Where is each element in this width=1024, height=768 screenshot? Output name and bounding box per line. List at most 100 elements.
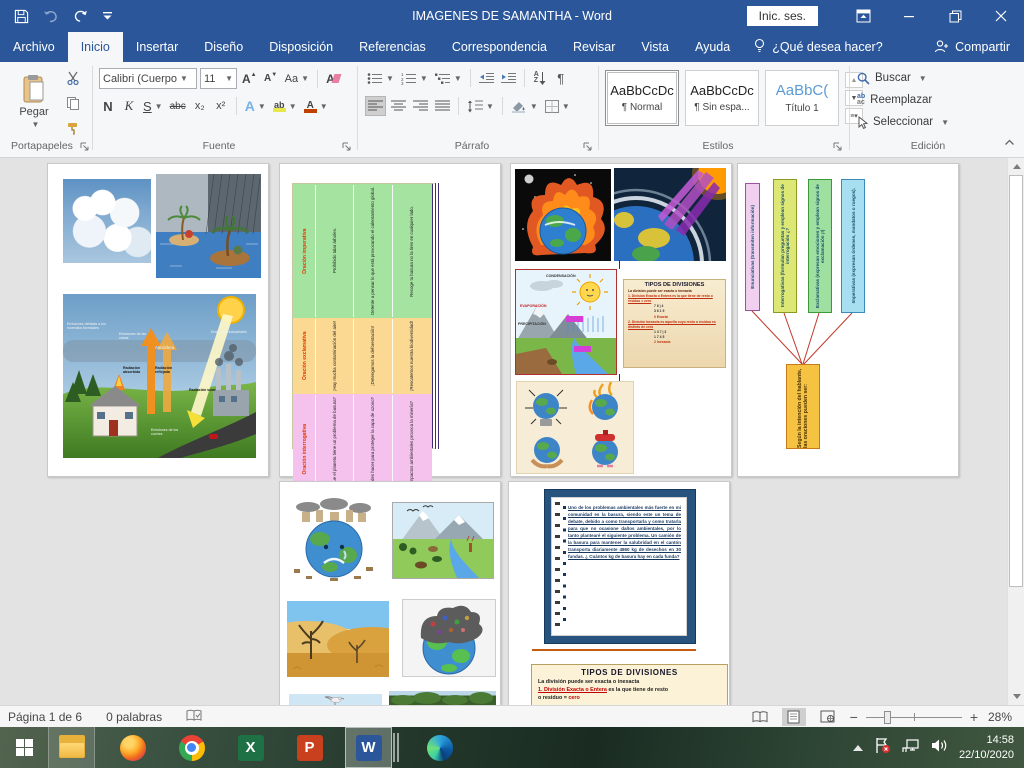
tab-revisar[interactable]: Revisar — [560, 32, 628, 62]
tab-diseno[interactable]: Diseño — [191, 32, 256, 62]
taskbar-clock[interactable]: 14:58 22/10/2020 — [959, 733, 1014, 763]
notification-flag-icon[interactable] — [874, 737, 891, 759]
zoom-out-button[interactable]: − — [850, 709, 858, 725]
taskbar-edge[interactable] — [416, 727, 463, 768]
tab-correspondencia[interactable]: Correspondencia — [439, 32, 560, 62]
underline-button[interactable]: S▼ — [141, 96, 165, 116]
clouds-photo — [63, 179, 151, 263]
font-name-combo[interactable]: Calibri (Cuerpo▼ — [99, 68, 197, 89]
collapse-ribbon-button[interactable] — [1004, 138, 1014, 148]
ribbon-display-options-button[interactable] — [840, 0, 886, 32]
increase-indent-button[interactable] — [499, 68, 518, 88]
align-center-button[interactable] — [389, 96, 408, 116]
tab-inicio[interactable]: Inicio — [68, 32, 123, 62]
find-button[interactable]: Buscar▼ — [857, 68, 927, 88]
format-painter-button[interactable] — [64, 118, 82, 138]
scrollbar-thumb[interactable] — [1009, 175, 1023, 587]
superscript-button[interactable]: x² — [212, 96, 230, 116]
tab-vista[interactable]: Vista — [628, 32, 682, 62]
close-button[interactable] — [978, 0, 1024, 32]
text-effects-button[interactable]: A▼ — [243, 96, 268, 116]
read-mode-button[interactable] — [748, 708, 772, 726]
minimize-button[interactable] — [886, 0, 932, 32]
print-layout-button[interactable] — [782, 708, 806, 726]
replace-button[interactable]: abac Reemplazar — [857, 90, 932, 110]
cut-button[interactable] — [64, 68, 82, 88]
page-indicator[interactable]: Página 1 de 6 — [0, 710, 94, 724]
customize-qat-icon[interactable] — [102, 11, 113, 21]
zoom-level[interactable]: 28% — [988, 710, 1018, 724]
bold-button[interactable]: N — [99, 96, 117, 116]
style-normal[interactable]: AaBbCcDc ¶ Normal — [605, 70, 679, 126]
page-3[interactable]: CONDENSACIÓN EVAPORACIÓN PRECIPITACIÓN T… — [510, 163, 732, 477]
change-case-button[interactable]: Aa▼ — [283, 69, 311, 89]
tab-insertar[interactable]: Insertar — [123, 32, 191, 62]
strikethrough-button[interactable]: abc — [168, 96, 188, 116]
paragraph-dialog-launcher[interactable] — [583, 142, 593, 152]
taskbar-excel[interactable]: X — [227, 727, 274, 768]
font-size-combo[interactable]: 11▼ — [200, 68, 237, 89]
proofing-icon[interactable] — [174, 709, 214, 725]
paste-button[interactable]: Pegar ▼ — [6, 66, 62, 136]
volume-icon[interactable] — [931, 738, 948, 758]
page-6[interactable]: Uno de los problemas ambientales más fue… — [508, 481, 730, 705]
taskbar-firefox[interactable] — [109, 727, 156, 768]
borders-button[interactable]: ▼ — [543, 96, 572, 116]
word-count[interactable]: 0 palabras — [94, 710, 174, 724]
vertical-scrollbar[interactable] — [1007, 158, 1024, 705]
taskbar-chrome[interactable] — [168, 727, 215, 768]
hidden-icons-chevron[interactable] — [853, 745, 863, 751]
style-sin-espaciado[interactable]: AaBbCcDc ¶ Sin espa... — [685, 70, 759, 126]
tab-archivo[interactable]: Archivo — [0, 32, 68, 62]
italic-button[interactable]: K — [120, 96, 138, 116]
line-spacing-button[interactable]: ▼ — [465, 96, 496, 116]
taskbar-powerpoint[interactable]: P — [286, 727, 333, 768]
font-dialog-launcher[interactable] — [342, 142, 352, 152]
save-icon[interactable] — [14, 9, 29, 24]
zoom-in-button[interactable]: + — [970, 709, 978, 725]
taskbar-file-explorer[interactable] — [48, 727, 95, 768]
style-titulo-1[interactable]: AaBbC( Título 1 — [765, 70, 839, 126]
highlight-button[interactable]: ab▼ — [271, 96, 299, 116]
page-5[interactable] — [279, 481, 501, 705]
tab-referencias[interactable]: Referencias — [346, 32, 439, 62]
scroll-up-button[interactable] — [1008, 158, 1024, 175]
tab-ayuda[interactable]: Ayuda — [682, 32, 743, 62]
numbering-button[interactable]: 123▼ — [399, 68, 430, 88]
web-layout-button[interactable] — [816, 708, 840, 726]
show-paragraph-marks-button[interactable]: ¶ — [552, 68, 570, 88]
zoom-slider[interactable]: − + — [850, 709, 978, 725]
zoom-slider-thumb[interactable] — [884, 711, 891, 724]
align-left-button[interactable] — [365, 96, 386, 116]
clear-formatting-button[interactable]: A — [324, 69, 342, 89]
styles-dialog-launcher[interactable] — [833, 142, 843, 152]
page-2[interactable]: Oración imperativa Prohibido talar árbol… — [279, 163, 501, 477]
network-icon[interactable] — [902, 738, 920, 758]
taskbar-word[interactable]: W — [345, 727, 392, 768]
tell-me-box[interactable]: ¿Qué desea hacer? — [743, 32, 893, 62]
sort-button[interactable]: AZ — [531, 68, 549, 88]
multilevel-list-button[interactable]: ▼ — [433, 68, 464, 88]
start-button[interactable] — [0, 727, 48, 768]
bullets-button[interactable]: ▼ — [365, 68, 396, 88]
align-right-button[interactable] — [411, 96, 430, 116]
shrink-font-button[interactable]: A▼ — [262, 69, 280, 89]
select-button[interactable]: Seleccionar▼ — [857, 112, 949, 132]
tab-disposicion[interactable]: Disposición — [256, 32, 346, 62]
restore-button[interactable] — [932, 0, 978, 32]
scroll-down-button[interactable] — [1008, 688, 1024, 705]
shading-button[interactable]: ▼ — [509, 96, 540, 116]
justify-button[interactable] — [433, 96, 452, 116]
font-color-button[interactable]: A▼ — [302, 96, 330, 116]
grow-font-button[interactable]: A▲ — [240, 69, 259, 89]
copy-button[interactable] — [64, 93, 82, 113]
subscript-button[interactable]: x₂ — [191, 96, 209, 116]
clipboard-dialog-launcher[interactable] — [80, 142, 90, 152]
share-button[interactable]: Compartir — [955, 40, 1010, 54]
redo-icon[interactable] — [73, 9, 88, 24]
sign-in-button[interactable]: Inic. ses. — [747, 6, 818, 26]
page-4[interactable]: Enunciativas (transmiten información) In… — [737, 163, 959, 477]
undo-icon[interactable] — [43, 10, 59, 23]
decrease-indent-button[interactable] — [477, 68, 496, 88]
page-1[interactable]: Emisiones debidas a los incendios forest… — [47, 163, 269, 477]
